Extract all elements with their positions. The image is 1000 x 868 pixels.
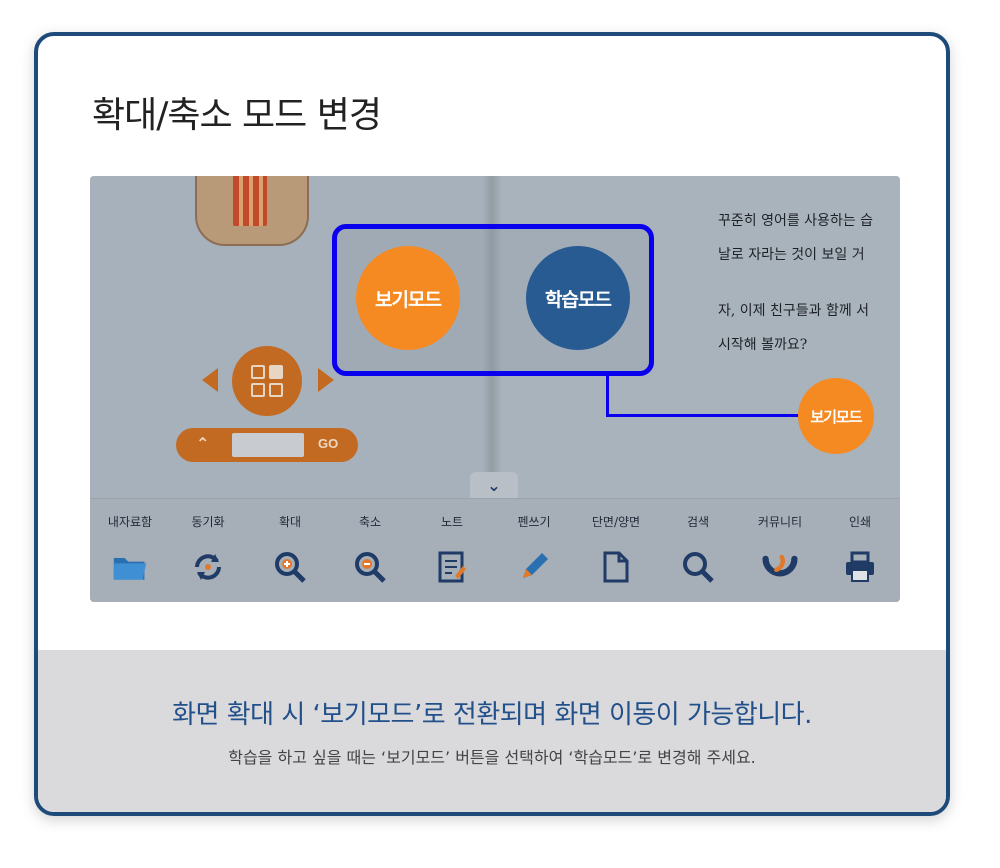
page-number-input[interactable] xyxy=(232,433,304,457)
view-mode-button[interactable]: 보기모드 xyxy=(356,246,460,350)
print-icon xyxy=(842,549,878,585)
toolbar-item-label: 노트 xyxy=(440,515,464,529)
message-panel: 화면 확대 시 ‘보기모드’로 전환되며 화면 이동이 가능합니다. 학습을 하… xyxy=(38,650,946,812)
toolbar-item-pen[interactable]: 펜쓰기 xyxy=(494,499,574,602)
main-message: 화면 확대 시 ‘보기모드’로 전환되며 화면 이동이 가능합니다. xyxy=(172,700,812,730)
toolbar-item-community[interactable]: 커뮤니티 xyxy=(740,499,820,602)
pencil-icon xyxy=(516,549,552,585)
toolbar-item-label: 검색 xyxy=(686,515,710,529)
thumbnail-grid-button[interactable] xyxy=(232,346,302,416)
toolbar-item-label: 동기화 xyxy=(191,515,225,529)
toolbar-item-label: 단면/양면 xyxy=(591,515,641,529)
toolbar-item-my-files[interactable]: 내자료함 xyxy=(90,499,170,602)
toolbar-item-label: 커뮤니티 xyxy=(757,515,803,529)
community-icon xyxy=(762,549,798,585)
folder-icon xyxy=(112,549,148,585)
page-icon xyxy=(598,549,634,585)
page-title: 확대/축소 모드 변경 xyxy=(92,95,382,136)
callout-line xyxy=(606,376,609,416)
info-card: 확대/축소 모드 변경 ⌃ GO 꾸준히 영어를 사용하는 습 날로 자라는 것… xyxy=(34,32,950,816)
toolbar-item-search[interactable]: 검색 xyxy=(658,499,738,602)
toolbar-item-page-layout[interactable]: 단면/양면 xyxy=(576,499,656,602)
page-navigator: ⌃ GO xyxy=(176,428,358,462)
toolbar-item-note[interactable]: 노트 xyxy=(412,499,492,602)
toolbar-item-label: 인쇄 xyxy=(848,515,872,529)
view-mode-callout-button[interactable]: 보기모드 xyxy=(798,378,874,454)
cup-illustration xyxy=(195,176,309,246)
search-icon xyxy=(680,549,716,585)
go-button[interactable]: GO xyxy=(318,436,338,451)
grid-icon xyxy=(251,365,283,397)
toolbar-item-label: 축소 xyxy=(358,515,382,529)
app-screenshot: ⌃ GO 꾸준히 영어를 사용하는 습 날로 자라는 것이 보일 거 자, 이제… xyxy=(90,176,900,602)
sub-message: 학습을 하고 싶을 때는 ‘보기모드’ 버튼을 선택하여 ‘학습모드’로 변경해… xyxy=(228,748,756,767)
toolbar-item-sync[interactable]: 동기화 xyxy=(168,499,248,602)
book-text: 꾸준히 영어를 사용하는 습 날로 자라는 것이 보일 거 자, 이제 친구들과… xyxy=(718,204,900,362)
zoom-out-icon xyxy=(352,549,388,585)
book-text-line: 시작해 볼까요? xyxy=(718,337,808,353)
double-chevron-up-icon[interactable]: ⌃ xyxy=(196,434,209,453)
book-text-line: 자, 이제 친구들과 함께 서 xyxy=(718,303,870,319)
toolbar-item-label: 확대 xyxy=(278,515,302,529)
book-text-line: 날로 자라는 것이 보일 거 xyxy=(718,247,865,263)
bottom-toolbar: 내자료함 동기화 확대 축소 노트 펜쓰기 단면/양면 검색 커뮤니티 인쇄 xyxy=(90,498,900,602)
note-icon xyxy=(434,549,470,585)
prev-page-icon[interactable] xyxy=(202,368,218,392)
sync-icon xyxy=(190,549,226,585)
toolbar-item-zoom-in[interactable]: 확대 xyxy=(250,499,330,602)
book-text-line: 꾸준히 영어를 사용하는 습 xyxy=(718,213,874,229)
toolbar-item-zoom-out[interactable]: 축소 xyxy=(330,499,410,602)
toolbar-item-label: 내자료함 xyxy=(107,515,153,529)
study-mode-button[interactable]: 학습모드 xyxy=(526,246,630,350)
zoom-in-icon xyxy=(272,549,308,585)
toolbar-item-print[interactable]: 인쇄 xyxy=(820,499,900,602)
callout-line xyxy=(606,414,802,417)
next-page-icon[interactable] xyxy=(318,368,334,392)
toolbar-item-label: 펜쓰기 xyxy=(517,515,551,529)
chevron-down-icon[interactable]: ⌄ xyxy=(470,472,518,498)
